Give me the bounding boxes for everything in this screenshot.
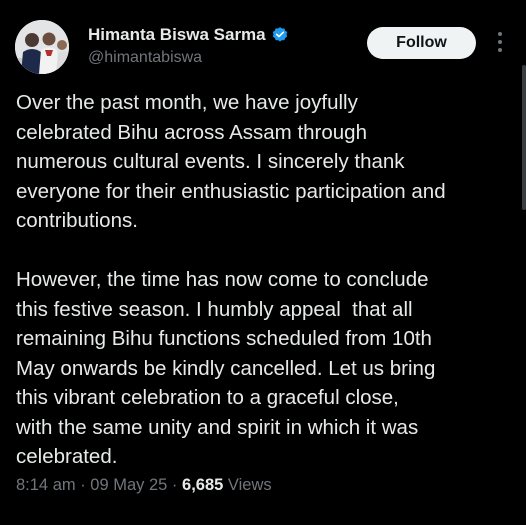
tweet-metadata: 8:14 am · 09 May 25 · 6,685 Views: [16, 476, 272, 495]
avatar-image: [15, 20, 69, 74]
author-handle[interactable]: @himantabiswa: [88, 49, 202, 67]
avatar[interactable]: [15, 20, 69, 74]
follow-button[interactable]: Follow: [367, 27, 476, 59]
scrollbar[interactable]: [522, 65, 526, 210]
author-name-row[interactable]: Himanta Biswa Sarma: [88, 25, 289, 45]
tweet-date[interactable]: 09 May 25: [90, 476, 167, 494]
views-count: 6,685: [182, 476, 224, 494]
verified-badge-icon: [271, 26, 289, 44]
tweet-header: Himanta Biswa Sarma @himantabiswa Follow: [15, 20, 526, 76]
tweet-text: Over the past month, we have joyfully ce…: [16, 88, 512, 472]
meta-separator: ·: [167, 476, 183, 494]
tweet-paragraph-2: However, the time has now come to conclu…: [16, 268, 436, 468]
more-vertical-icon[interactable]: [495, 32, 505, 54]
author-display-name[interactable]: Himanta Biswa Sarma: [88, 25, 266, 45]
views-label: Views: [223, 476, 272, 494]
meta-separator: ·: [75, 476, 91, 494]
tweet-paragraph-1: Over the past month, we have joyfully ce…: [16, 91, 446, 232]
tweet-time[interactable]: 8:14 am: [16, 476, 76, 494]
